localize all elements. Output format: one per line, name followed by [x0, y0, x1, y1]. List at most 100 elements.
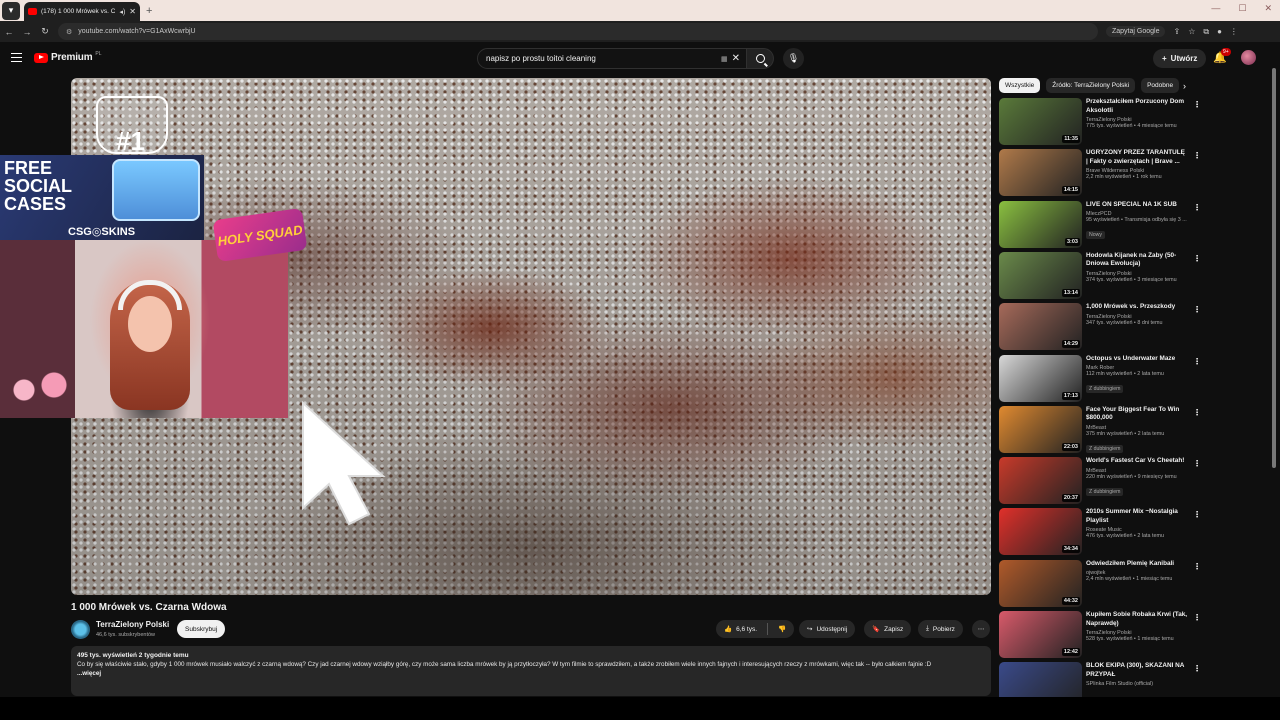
- recommendation-thumbnail[interactable]: 12:42: [999, 611, 1082, 658]
- more-options-icon[interactable]: ⋮: [1193, 459, 1201, 468]
- recommendation-thumbnail[interactable]: 22:03: [999, 405, 1082, 453]
- recommendation-channel[interactable]: SPlinka Film Studio (official): [1086, 681, 1188, 687]
- chip-related[interactable]: Podobne: [1141, 78, 1180, 93]
- page-scrollbar[interactable]: [1271, 50, 1277, 690]
- recommendation-thumbnail[interactable]: 14:15: [999, 149, 1082, 197]
- ask-google-button[interactable]: Zapytaj Google: [1106, 26, 1166, 37]
- clear-search-icon[interactable]: ✕: [732, 53, 740, 64]
- more-options-icon[interactable]: ⋮: [1193, 100, 1201, 109]
- recommendation-thumbnail[interactable]: 34:34: [999, 508, 1082, 556]
- youtube-play-icon: [34, 52, 48, 63]
- more-options-icon[interactable]: ⋮: [1193, 510, 1201, 519]
- recommendation-title[interactable]: Face Your Biggest Fear To Win $800,000: [1086, 406, 1188, 423]
- recommendation-thumbnail[interactable]: 14:29: [999, 303, 1082, 351]
- recommendation-thumbnail[interactable]: 11:35: [999, 98, 1082, 145]
- recommendation-thumbnail[interactable]: 3:03: [999, 200, 1082, 248]
- subscribe-button[interactable]: Subskrybuj: [177, 620, 226, 638]
- create-button[interactable]: + Utwórz: [1153, 49, 1207, 68]
- speaker-icon[interactable]: ◂): [119, 8, 125, 16]
- dislike-icon[interactable]: 👎: [778, 625, 786, 633]
- more-options-icon[interactable]: ⋮: [1193, 562, 1201, 571]
- duration-badge: 44:32: [1061, 596, 1080, 605]
- recommendation-item[interactable]: 44:32 Odwiedziłem Plemię Kanibali ojwojtek…: [999, 559, 1209, 608]
- menu-hamburger-icon[interactable]: [11, 53, 22, 62]
- bookmark-star-icon[interactable]: ☆: [1188, 27, 1195, 36]
- chip-all[interactable]: Wszystkie: [999, 78, 1041, 93]
- recommendation-item[interactable]: 12:42 Kupiłem Sobie Robaka Krwi (Tak, Nap…: [999, 611, 1209, 659]
- recommendation-item[interactable]: 20:37 World's Fastest Car Vs Cheetah! MrBe…: [999, 457, 1209, 505]
- profile-icon[interactable]: ●: [1217, 27, 1222, 36]
- share-page-icon[interactable]: ⇪: [1173, 27, 1180, 36]
- logo-text: Premium: [51, 52, 93, 63]
- recommendation-item[interactable]: 13:14 Hodowla Kijanek na Żaby (50-Dniowa …: [999, 251, 1209, 300]
- more-options-icon[interactable]: ⋮: [1193, 408, 1201, 417]
- recommendation-title[interactable]: 2010s Summer Mix ~Nostalgia Playlist: [1086, 508, 1188, 525]
- recommendation-item[interactable]: 17:13 Octopus vs Underwater Maze Mark Robe…: [999, 354, 1209, 403]
- share-button[interactable]: ↪ Udostępnij: [799, 620, 856, 638]
- recommendation-thumbnail[interactable]: 17:13: [999, 354, 1082, 402]
- recommendation-title[interactable]: UGRYZONY PRZEZ TARANTULĘ | Fakty o zwier…: [1086, 149, 1188, 166]
- save-button[interactable]: 🔖 Zapisz: [864, 620, 912, 638]
- forward-icon[interactable]: →: [18, 27, 36, 37]
- recommendation-item[interactable]: 11:35 Przekształciłem Porzucony Dom Aksol…: [999, 98, 1209, 146]
- new-tab-button[interactable]: +: [146, 5, 152, 17]
- more-options-icon[interactable]: ⋮: [1193, 664, 1201, 673]
- recommendation-title[interactable]: 1,000 Mrówek vs. Przeszkody: [1086, 303, 1188, 312]
- recommendation-thumbnail[interactable]: 44:32: [999, 559, 1082, 607]
- recommendation-title[interactable]: Hodowla Kijanek na Żaby (50-Dniowa Ewolu…: [1086, 252, 1188, 269]
- recommendation-thumbnail[interactable]: 20:37: [999, 457, 1082, 505]
- like-count[interactable]: 6,6 tys.: [736, 626, 757, 633]
- reload-icon[interactable]: ↻: [36, 26, 54, 37]
- recommendation-title[interactable]: LIVE ON SPECIAL NA 1K SUB: [1086, 201, 1188, 210]
- tab-menu-button[interactable]: ▾: [2, 1, 20, 20]
- channel-name[interactable]: TerraZielony Polski: [96, 620, 169, 629]
- recommendation-title[interactable]: BLOK EKIPA (300), SKAZANI NA PRZYPAŁ: [1086, 662, 1188, 679]
- search-input[interactable]: [486, 54, 721, 63]
- browser-tab[interactable]: (178) 1 000 Mrówek vs. Cz ◂) ✕: [24, 2, 140, 21]
- recommendation-item[interactable]: 34:34 2010s Summer Mix ~Nostalgia Playlis…: [999, 508, 1209, 556]
- more-options-icon[interactable]: ⋮: [1193, 613, 1201, 622]
- more-options-icon[interactable]: ⋮: [1193, 151, 1201, 160]
- recommendation-item[interactable]: 3:03 LIVE ON SPECIAL NA 1K SUB MleczPCD 95 …: [999, 200, 1209, 249]
- chip-source[interactable]: Źródło: TerraZielony Polski: [1046, 78, 1136, 93]
- recommendation-views: 2,2 mln wyświetleń • 1 rok temu: [1086, 174, 1162, 181]
- account-avatar[interactable]: [1241, 50, 1256, 65]
- recommendation-title[interactable]: World's Fastest Car Vs Cheetah!: [1086, 457, 1188, 466]
- chevron-right-icon[interactable]: ›: [1183, 81, 1186, 91]
- browser-menu-icon[interactable]: ⋮: [1230, 27, 1238, 36]
- recommendation-item[interactable]: 22:03 Face Your Biggest Fear To Win $800,…: [999, 405, 1209, 454]
- url-field[interactable]: ⚙ youtube.com/watch?v=G1AxWcwrbjU: [58, 23, 1098, 40]
- recommendation-title[interactable]: Przekształciłem Porzucony Dom Aksolotli: [1086, 98, 1188, 115]
- recommendation-views: 2,4 mln wyświetleń • 1 miesiąc temu: [1086, 576, 1173, 583]
- recommendation-title[interactable]: Octopus vs Underwater Maze: [1086, 355, 1188, 364]
- more-options-icon[interactable]: ⋮: [1193, 254, 1201, 263]
- close-tab-icon[interactable]: ✕: [129, 7, 136, 16]
- more-options-icon[interactable]: ⋮: [1193, 357, 1201, 366]
- voice-search-icon[interactable]: 🎙: [783, 48, 804, 69]
- more-options-icon[interactable]: ⋮: [1193, 305, 1201, 314]
- maximize-icon[interactable]: ☐: [1238, 3, 1246, 14]
- recommendation-thumbnail[interactable]: 13:14: [999, 251, 1082, 299]
- extensions-icon[interactable]: ⧉: [1203, 27, 1209, 37]
- recommendation-item[interactable]: 14:29 1,000 Mrówek vs. Przeszkody TerraZie…: [999, 303, 1209, 351]
- recommendation-title[interactable]: Odwiedziłem Plemię Kanibali: [1086, 560, 1188, 569]
- download-button[interactable]: ⤓ Pobierz: [918, 620, 963, 638]
- youtube-logo[interactable]: Premium PL: [34, 51, 102, 63]
- search-button[interactable]: [747, 48, 774, 69]
- recommendation-title[interactable]: Kupiłem Sobie Robaka Krwi (Tak, Naprawdę…: [1086, 611, 1188, 628]
- description-box[interactable]: 495 tys. wyświetleń 2 tygodnie temu Co b…: [71, 646, 991, 696]
- discord-chest-icon: [112, 159, 200, 221]
- keyboard-icon[interactable]: ▦: [721, 55, 728, 63]
- close-window-icon[interactable]: ✕: [1264, 3, 1272, 14]
- more-options-icon[interactable]: ⋮: [1193, 203, 1201, 212]
- channel-avatar[interactable]: [71, 620, 90, 639]
- duration-badge: 34:34: [1061, 545, 1080, 554]
- site-info-icon[interactable]: ⚙: [66, 28, 72, 36]
- recommendation-item[interactable]: 14:15 UGRYZONY PRZEZ TARANTULĘ | Fakty o …: [999, 149, 1209, 197]
- scrollbar-thumb[interactable]: [1272, 68, 1276, 468]
- more-actions-button[interactable]: ⋯: [972, 620, 990, 638]
- show-more-link[interactable]: ...więcej: [77, 670, 985, 677]
- back-icon[interactable]: ←: [0, 27, 18, 37]
- minimize-icon[interactable]: —: [1211, 3, 1220, 14]
- like-icon[interactable]: 👍: [724, 625, 732, 633]
